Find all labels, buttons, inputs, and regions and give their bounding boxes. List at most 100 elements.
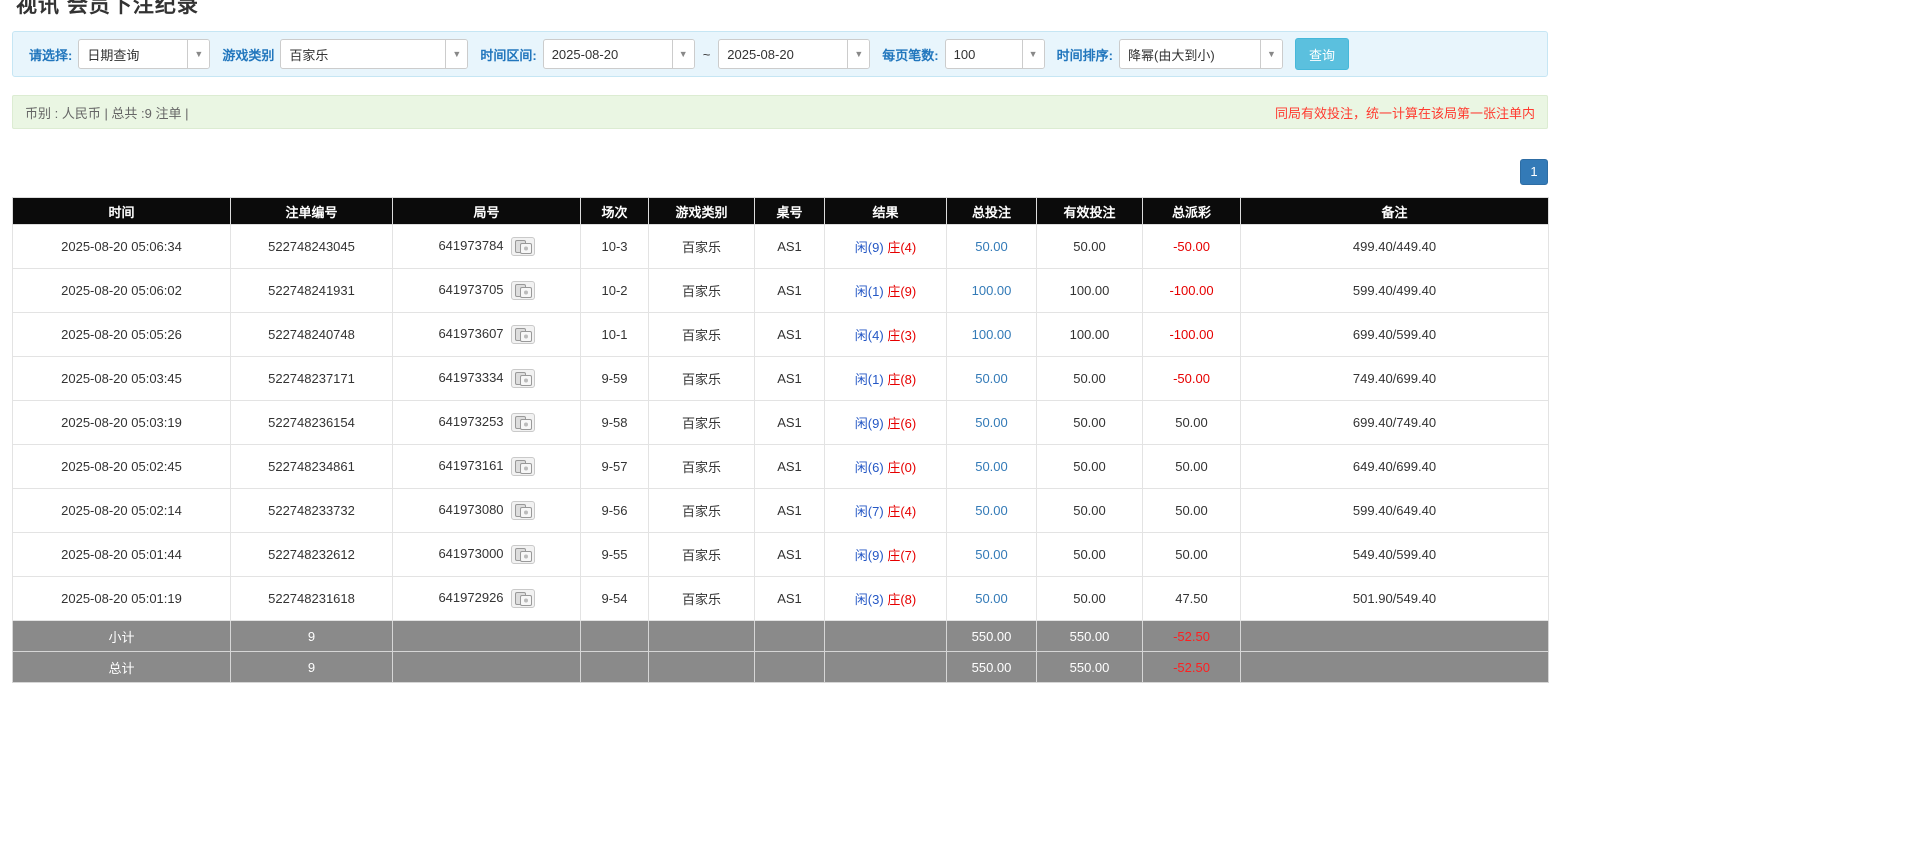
cell-time: 2025-08-20 05:06:34	[13, 225, 231, 269]
col-header-total-bet: 总投注	[947, 198, 1037, 225]
cell-remark: 599.40/649.40	[1241, 489, 1549, 533]
subtotal-row: 小计 9 550.00 550.00 -52.50	[13, 621, 1549, 652]
view-round-icon[interactable]	[511, 237, 535, 256]
game-type-select[interactable]: 百家乐 ▼	[280, 39, 468, 69]
cell-game-type: 百家乐	[649, 313, 755, 357]
cell-valid-bet: 100.00	[1037, 269, 1143, 313]
cell-result: 闲(4) 庄(3)	[825, 313, 947, 357]
sort-order-select[interactable]: 降幂(由大到小) ▼	[1119, 39, 1283, 69]
result-player: 闲(3)	[855, 592, 884, 607]
search-button[interactable]: 查询	[1295, 38, 1349, 70]
cell-session: 10-1	[581, 313, 649, 357]
cell-total-bet[interactable]: 50.00	[947, 357, 1037, 401]
round-id-value: 641973784	[438, 238, 503, 253]
table-row: 2025-08-20 05:03:45 522748237171 6419733…	[13, 357, 1549, 401]
round-id-value: 641973334	[438, 370, 503, 385]
sort-order-label: 时间排序:	[1057, 45, 1113, 64]
col-header-game-type: 游戏类别	[649, 198, 755, 225]
cell-table-no: AS1	[755, 445, 825, 489]
view-round-icon[interactable]	[511, 281, 535, 300]
cell-total-bet[interactable]: 50.00	[947, 225, 1037, 269]
round-id-value: 641973705	[438, 282, 503, 297]
chevron-down-icon[interactable]: ▼	[1022, 40, 1044, 68]
chevron-down-icon[interactable]: ▼	[847, 40, 869, 68]
cell-game-type: 百家乐	[649, 269, 755, 313]
date-to-select[interactable]: 2025-08-20 ▼	[718, 39, 870, 69]
table-row: 2025-08-20 05:06:02 522748241931 6419737…	[13, 269, 1549, 313]
cell-table-no: AS1	[755, 225, 825, 269]
cell-bet-id: 522748240748	[231, 313, 393, 357]
result-banker: 庄(4)	[887, 504, 916, 519]
chevron-down-icon[interactable]: ▼	[187, 40, 209, 68]
cell-remark: 649.40/699.40	[1241, 445, 1549, 489]
view-round-icon[interactable]	[511, 457, 535, 476]
query-type-select[interactable]: 日期查询 ▼	[78, 39, 210, 69]
cell-time: 2025-08-20 05:01:44	[13, 533, 231, 577]
cell-payout: -50.00	[1143, 357, 1241, 401]
col-header-remark: 备注	[1241, 198, 1549, 225]
cell-total-bet[interactable]: 50.00	[947, 577, 1037, 621]
cell-bet-id: 522748241931	[231, 269, 393, 313]
cell-session: 9-57	[581, 445, 649, 489]
view-round-icon[interactable]	[511, 369, 535, 388]
cell-round-id: 641973784	[393, 225, 581, 269]
view-round-icon[interactable]	[511, 501, 535, 520]
cell-round-id: 641973705	[393, 269, 581, 313]
query-type-label: 请选择:	[29, 45, 72, 64]
cell-total-bet[interactable]: 50.00	[947, 445, 1037, 489]
cell-session: 9-55	[581, 533, 649, 577]
cell-round-id: 641973253	[393, 401, 581, 445]
chevron-down-icon[interactable]: ▼	[1260, 40, 1282, 68]
cell-valid-bet: 50.00	[1037, 225, 1143, 269]
table-row: 2025-08-20 05:02:45 522748234861 6419731…	[13, 445, 1549, 489]
cell-remark: 699.40/749.40	[1241, 401, 1549, 445]
view-round-icon[interactable]	[511, 325, 535, 344]
cell-time: 2025-08-20 05:05:26	[13, 313, 231, 357]
col-header-session: 场次	[581, 198, 649, 225]
game-type-label: 游戏类别	[222, 45, 274, 64]
cell-time: 2025-08-20 05:02:14	[13, 489, 231, 533]
col-header-valid-bet: 有效投注	[1037, 198, 1143, 225]
cell-total-bet[interactable]: 50.00	[947, 533, 1037, 577]
result-player: 闲(9)	[855, 416, 884, 431]
result-banker: 庄(7)	[887, 548, 916, 563]
round-id-value: 641973161	[438, 458, 503, 473]
cell-bet-id: 522748232612	[231, 533, 393, 577]
cell-total-bet[interactable]: 50.00	[947, 401, 1037, 445]
date-from-select[interactable]: 2025-08-20 ▼	[543, 39, 695, 69]
chevron-down-icon[interactable]: ▼	[672, 40, 694, 68]
game-type-value: 百家乐	[281, 45, 336, 64]
cell-game-type: 百家乐	[649, 577, 755, 621]
cell-result: 闲(1) 庄(9)	[825, 269, 947, 313]
table-row: 2025-08-20 05:06:34 522748243045 6419737…	[13, 225, 1549, 269]
page-button-1[interactable]: 1	[1520, 159, 1548, 185]
cell-game-type: 百家乐	[649, 533, 755, 577]
chevron-down-icon[interactable]: ▼	[445, 40, 467, 68]
page-size-select[interactable]: 100 ▼	[945, 39, 1045, 69]
view-round-icon[interactable]	[511, 413, 535, 432]
cell-time: 2025-08-20 05:03:45	[13, 357, 231, 401]
cell-valid-bet: 50.00	[1037, 445, 1143, 489]
cell-valid-bet: 50.00	[1037, 489, 1143, 533]
view-round-icon[interactable]	[511, 589, 535, 608]
result-banker: 庄(6)	[887, 416, 916, 431]
cell-total-bet[interactable]: 100.00	[947, 313, 1037, 357]
result-player: 闲(1)	[855, 372, 884, 387]
cell-round-id: 641973334	[393, 357, 581, 401]
cell-round-id: 641972926	[393, 577, 581, 621]
view-round-icon[interactable]	[511, 545, 535, 564]
cell-result: 闲(9) 庄(6)	[825, 401, 947, 445]
date-to-value: 2025-08-20	[719, 47, 802, 62]
result-player: 闲(7)	[855, 504, 884, 519]
table-row: 2025-08-20 05:05:26 522748240748 6419736…	[13, 313, 1549, 357]
subtotal-label: 小计	[13, 621, 231, 652]
cell-total-bet[interactable]: 50.00	[947, 489, 1037, 533]
cell-bet-id: 522748237171	[231, 357, 393, 401]
cell-total-bet[interactable]: 100.00	[947, 269, 1037, 313]
summary-notice: 同局有效投注，统一计算在该局第一张注单内	[1275, 103, 1535, 122]
cell-remark: 749.40/699.40	[1241, 357, 1549, 401]
table-row: 2025-08-20 05:03:19 522748236154 6419732…	[13, 401, 1549, 445]
result-player: 闲(9)	[855, 240, 884, 255]
cell-time: 2025-08-20 05:01:19	[13, 577, 231, 621]
cell-remark: 549.40/599.40	[1241, 533, 1549, 577]
